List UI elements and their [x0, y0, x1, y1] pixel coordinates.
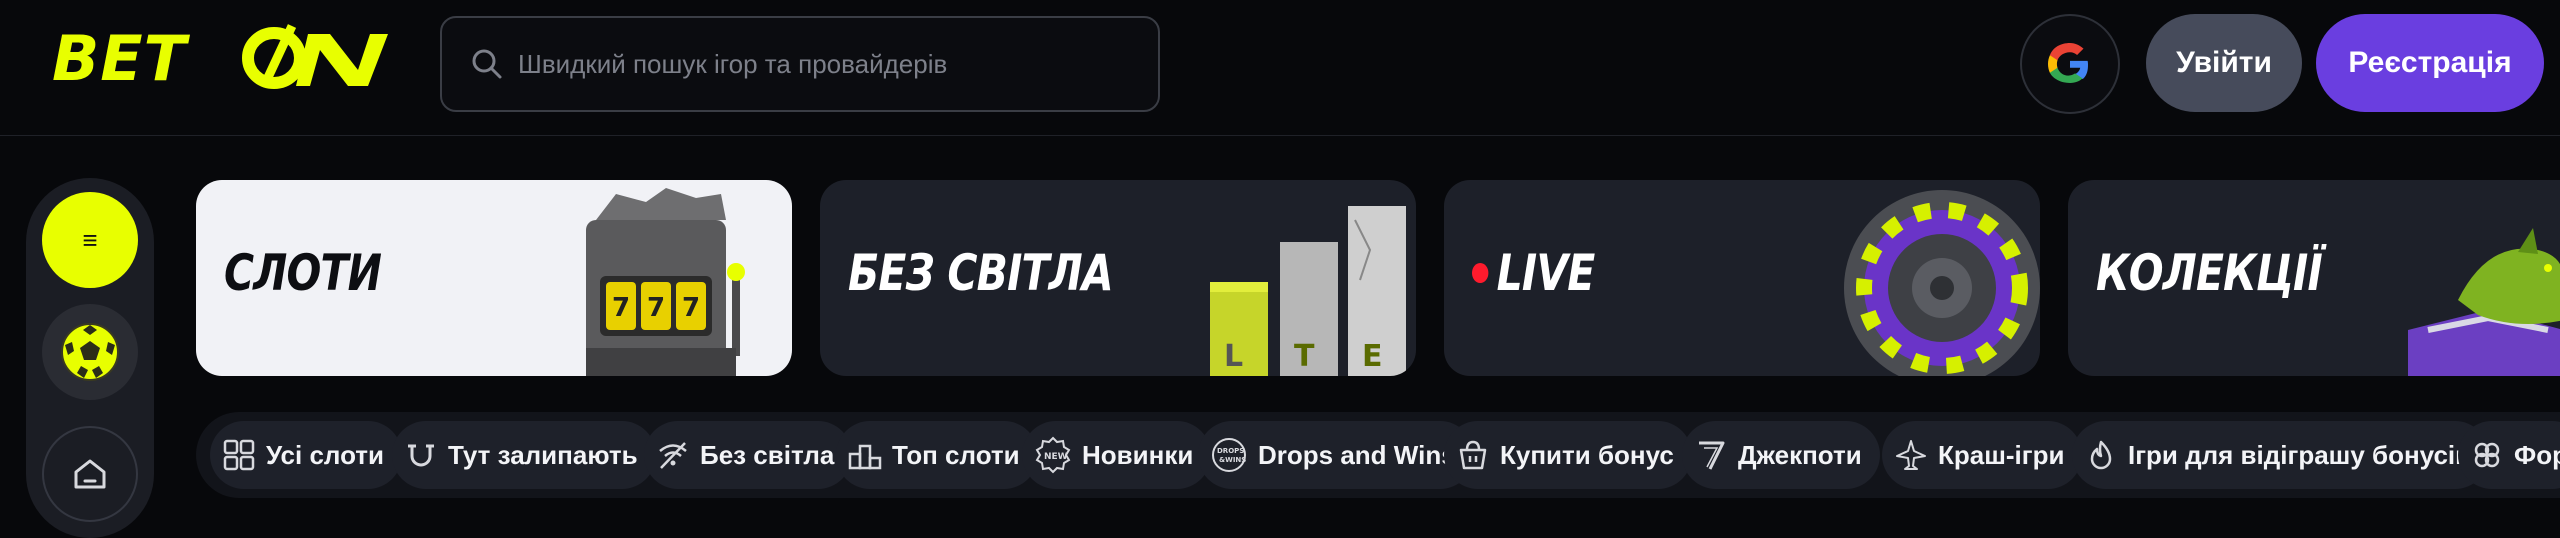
no-wifi-icon — [659, 442, 687, 469]
seven-icon — [1699, 441, 1725, 470]
chip-buy-bonus[interactable]: Купити бонус — [1444, 421, 1692, 489]
search-bar[interactable] — [440, 16, 1160, 112]
plane-icon — [1896, 440, 1926, 470]
chip-label: Джекпоти — [1738, 439, 1862, 470]
chip-popular[interactable]: Тут залипають — [392, 421, 656, 489]
category-card-label: LIVE — [1472, 244, 1596, 302]
login-button[interactable]: Увійти — [2146, 14, 2302, 112]
chip-label: Фор — [2514, 439, 2560, 470]
svg-text:NEW: NEW — [1044, 452, 1068, 462]
svg-text:7: 7 — [682, 293, 700, 323]
header: BET Увійти Реєстрація — [0, 0, 2560, 136]
chip-label: Купити бонус — [1500, 439, 1674, 470]
chip-label: Тут залипають — [448, 439, 638, 470]
basket-icon — [1459, 440, 1487, 470]
dragon-book-icon — [2408, 228, 2560, 376]
chip-fortune[interactable]: Фор — [2458, 421, 2560, 489]
google-icon — [2048, 43, 2088, 83]
chip-all-slots[interactable]: Усі слоти — [210, 421, 403, 489]
home-button[interactable] — [42, 426, 138, 522]
podium-icon — [848, 444, 882, 470]
left-sidebar: ≡ — [26, 178, 154, 538]
live-dot-icon — [1472, 262, 1489, 283]
chip-label: Усі слоти — [266, 439, 385, 470]
sport-button[interactable] — [42, 304, 138, 400]
category-card-no-light[interactable]: БЕЗ СВІТЛА L T E — [820, 180, 1416, 376]
chip-label: Без світла — [700, 439, 835, 470]
svg-text:L: L — [1224, 339, 1243, 374]
menu-icon: ≡ — [82, 224, 98, 255]
chip-drops-and-wins[interactable]: DROPS &WINS Drops and Wins — [1198, 421, 1474, 489]
category-card-label: БЕЗ СВІТЛА — [848, 244, 1114, 302]
chip-new[interactable]: NEW Новинки — [1022, 421, 1212, 489]
live-label: LIVE — [1496, 244, 1596, 302]
chip-crash-games[interactable]: Краш-ігри — [1882, 421, 2083, 489]
grid-icon — [223, 439, 255, 471]
chip-no-light[interactable]: Без світла — [644, 421, 853, 489]
chip-label: Краш-ігри — [1938, 439, 2065, 470]
flame-icon — [2090, 440, 2112, 470]
magnet-icon — [408, 444, 434, 467]
category-card-collections[interactable]: КОЛЕКЦІЇ — [2068, 180, 2560, 376]
logo[interactable]: BET — [52, 20, 388, 90]
category-card-slots[interactable]: СЛОТИ 7 7 7 — [196, 180, 792, 376]
new-badge-icon: NEW — [1035, 436, 1071, 474]
category-cards: СЛОТИ 7 7 7 БЕЗ СВІТЛА L T E LIVE КОЛЕКЦ… — [196, 180, 2560, 376]
svg-text:BET: BET — [52, 22, 191, 90]
chip-label: Ігри для відіграшу бонусів — [2128, 439, 2472, 470]
soccer-ball-icon — [61, 323, 119, 381]
drops-badge-icon: DROPS &WINS — [1212, 438, 1246, 472]
slot-machine-icon: 7 7 7 — [586, 188, 745, 376]
category-card-label: СЛОТИ — [224, 244, 382, 302]
category-card-live[interactable]: LIVE — [1444, 180, 2040, 376]
google-login-button[interactable] — [2020, 14, 2120, 114]
clover-icon — [2474, 442, 2500, 468]
svg-text:T: T — [1294, 339, 1315, 374]
category-card-label: КОЛЕКЦІЇ — [2096, 244, 2323, 302]
svg-text:DROPS: DROPS — [1217, 447, 1244, 455]
chip-label: Топ слоти — [892, 439, 1020, 470]
chip-wagering-games[interactable]: Ігри для відіграшу бонусів — [2072, 421, 2490, 489]
register-button[interactable]: Реєстрація — [2316, 14, 2544, 112]
search-icon — [472, 49, 502, 79]
home-icon — [74, 459, 106, 489]
roulette-wheel-icon — [1844, 190, 2040, 376]
chip-jackpots[interactable]: Джекпоти — [1682, 421, 1880, 489]
svg-text:7: 7 — [612, 293, 630, 323]
search-input[interactable] — [518, 48, 1118, 80]
chip-label: Drops and Wins — [1258, 439, 1456, 470]
svg-text:7: 7 — [647, 293, 665, 323]
beton-logo-icon: BET — [52, 22, 388, 90]
category-chips-bar: Усі слоти Тут залипають Без світла Топ с… — [196, 412, 2560, 498]
signal-bars-icon: L T E — [1210, 206, 1406, 376]
chip-top-slots[interactable]: Топ слоти — [836, 421, 1038, 489]
svg-text:&WINS: &WINS — [1219, 456, 1246, 464]
svg-text:E: E — [1362, 339, 1383, 374]
chip-label: Новинки — [1082, 439, 1194, 470]
menu-button[interactable]: ≡ — [42, 192, 138, 288]
